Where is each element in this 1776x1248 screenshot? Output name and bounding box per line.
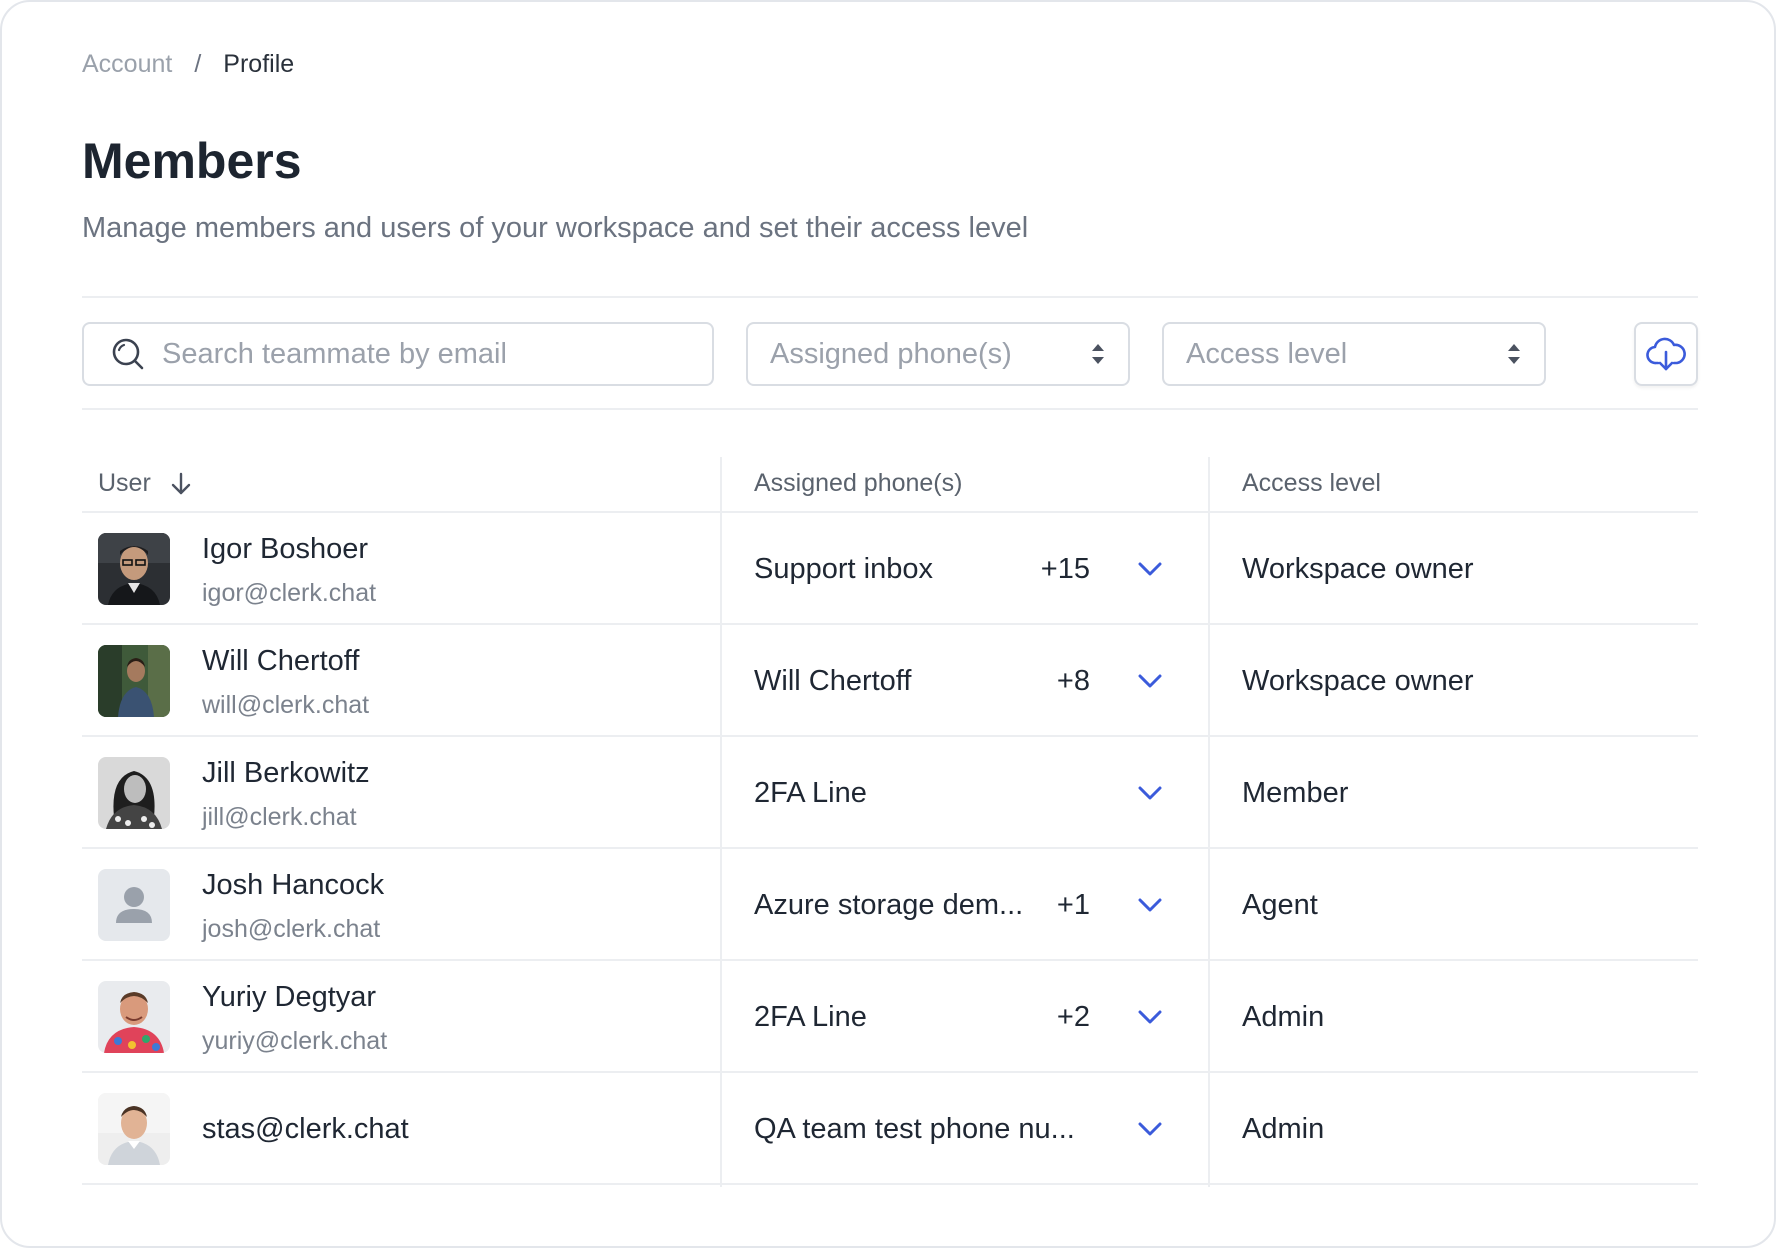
- column-header-user[interactable]: User: [98, 469, 193, 498]
- chevron-down-icon[interactable]: [1134, 889, 1166, 921]
- user-name: Josh Hancock: [202, 869, 385, 901]
- sort-updown-icon: [1508, 344, 1520, 364]
- chevron-down-icon[interactable]: [1134, 553, 1166, 585]
- assigned-phone: 2FA Line: [754, 777, 867, 809]
- phone-count-badge: +2: [1056, 1001, 1090, 1033]
- search-icon: [112, 338, 144, 370]
- members-table: User Assigned phone(s) Access level Igor…: [82, 457, 1698, 1187]
- column-header-user-label: User: [98, 469, 151, 497]
- assigned-phone-select[interactable]: Assigned phone(s): [746, 322, 1130, 386]
- access-level: Admin: [1242, 1001, 1325, 1033]
- avatar: [98, 1093, 170, 1165]
- chevron-down-icon[interactable]: [1134, 1001, 1166, 1033]
- user-placeholder-icon: [98, 869, 170, 941]
- access-level: Admin: [1242, 1113, 1325, 1145]
- divider-filters: [82, 408, 1698, 410]
- chevron-down-icon[interactable]: [1134, 777, 1166, 809]
- breadcrumb-separator: /: [194, 50, 202, 78]
- column-header-access: Access level: [1242, 469, 1381, 497]
- user-email: igor@clerk.chat: [202, 579, 377, 607]
- avatar: [98, 757, 170, 829]
- assigned-phone: Will Chertoff: [754, 665, 912, 697]
- phone-count-badge: +1: [1056, 889, 1090, 921]
- user-email: stas@clerk.chat: [202, 1113, 409, 1145]
- breadcrumb-profile: Profile: [223, 50, 295, 78]
- access-level: Member: [1242, 777, 1349, 809]
- page-title: Members: [82, 133, 302, 189]
- user-email: josh@clerk.chat: [202, 915, 381, 943]
- breadcrumb: Account / Profile: [82, 50, 294, 79]
- chevron-down-icon[interactable]: [1134, 1113, 1166, 1145]
- phone-count-badge: +8: [1056, 665, 1090, 697]
- table-row: Yuriy Degtyar yuriy@clerk.chat 2FA Line …: [82, 961, 1698, 1073]
- phone-count-badge: +15: [1040, 553, 1090, 585]
- table-row: Igor Boshoer igor@clerk.chat Support inb…: [82, 513, 1698, 625]
- table-row: Josh Hancock josh@clerk.chat Azure stora…: [82, 849, 1698, 961]
- table-row: stas@clerk.chat QA team test phone nu...…: [82, 1073, 1698, 1185]
- members-card: Account / Profile Members Manage members…: [0, 0, 1776, 1248]
- user-name: Will Chertoff: [202, 645, 360, 677]
- column-header-phones: Assigned phone(s): [754, 469, 963, 497]
- user-email: will@clerk.chat: [202, 691, 370, 719]
- assigned-phone: Azure storage dem...: [754, 889, 1024, 921]
- access-level-select[interactable]: Access level: [1162, 322, 1546, 386]
- avatar: [98, 645, 170, 717]
- arrow-down-icon[interactable]: [169, 471, 193, 497]
- assigned-phone: 2FA Line: [754, 1001, 867, 1033]
- access-level-select-placeholder: Access level: [1186, 337, 1348, 370]
- avatar: [98, 533, 170, 605]
- sort-updown-icon: [1092, 344, 1104, 364]
- access-level: Workspace owner: [1242, 665, 1474, 697]
- user-email: yuriy@clerk.chat: [202, 1027, 388, 1055]
- table-row: Jill Berkowitz jill@clerk.chat 2FA Line …: [82, 737, 1698, 849]
- chevron-down-icon[interactable]: [1134, 665, 1166, 697]
- user-email: jill@clerk.chat: [202, 803, 357, 831]
- page-subtitle: Manage members and users of your workspa…: [82, 212, 1029, 244]
- breadcrumb-account[interactable]: Account: [82, 50, 172, 79]
- access-level: Workspace owner: [1242, 553, 1474, 585]
- download-button[interactable]: [1634, 322, 1698, 386]
- divider-top: [82, 296, 1698, 298]
- access-level: Agent: [1242, 889, 1318, 921]
- user-name: Jill Berkowitz: [202, 757, 370, 789]
- table-row: Will Chertoff will@clerk.chat Will Chert…: [82, 625, 1698, 737]
- table-header: User Assigned phone(s) Access level: [82, 457, 1698, 513]
- assigned-phone: QA team test phone nu...: [754, 1113, 1075, 1145]
- avatar-placeholder: [98, 869, 170, 941]
- user-name: Yuriy Degtyar: [202, 981, 377, 1013]
- user-name: Igor Boshoer: [202, 533, 369, 565]
- search-input[interactable]: [162, 337, 702, 371]
- cloud-download-icon: [1646, 337, 1686, 371]
- avatar: [98, 981, 170, 1053]
- search-field[interactable]: [82, 322, 714, 386]
- assigned-phone: Support inbox: [754, 553, 933, 585]
- assigned-phone-select-placeholder: Assigned phone(s): [770, 337, 1012, 370]
